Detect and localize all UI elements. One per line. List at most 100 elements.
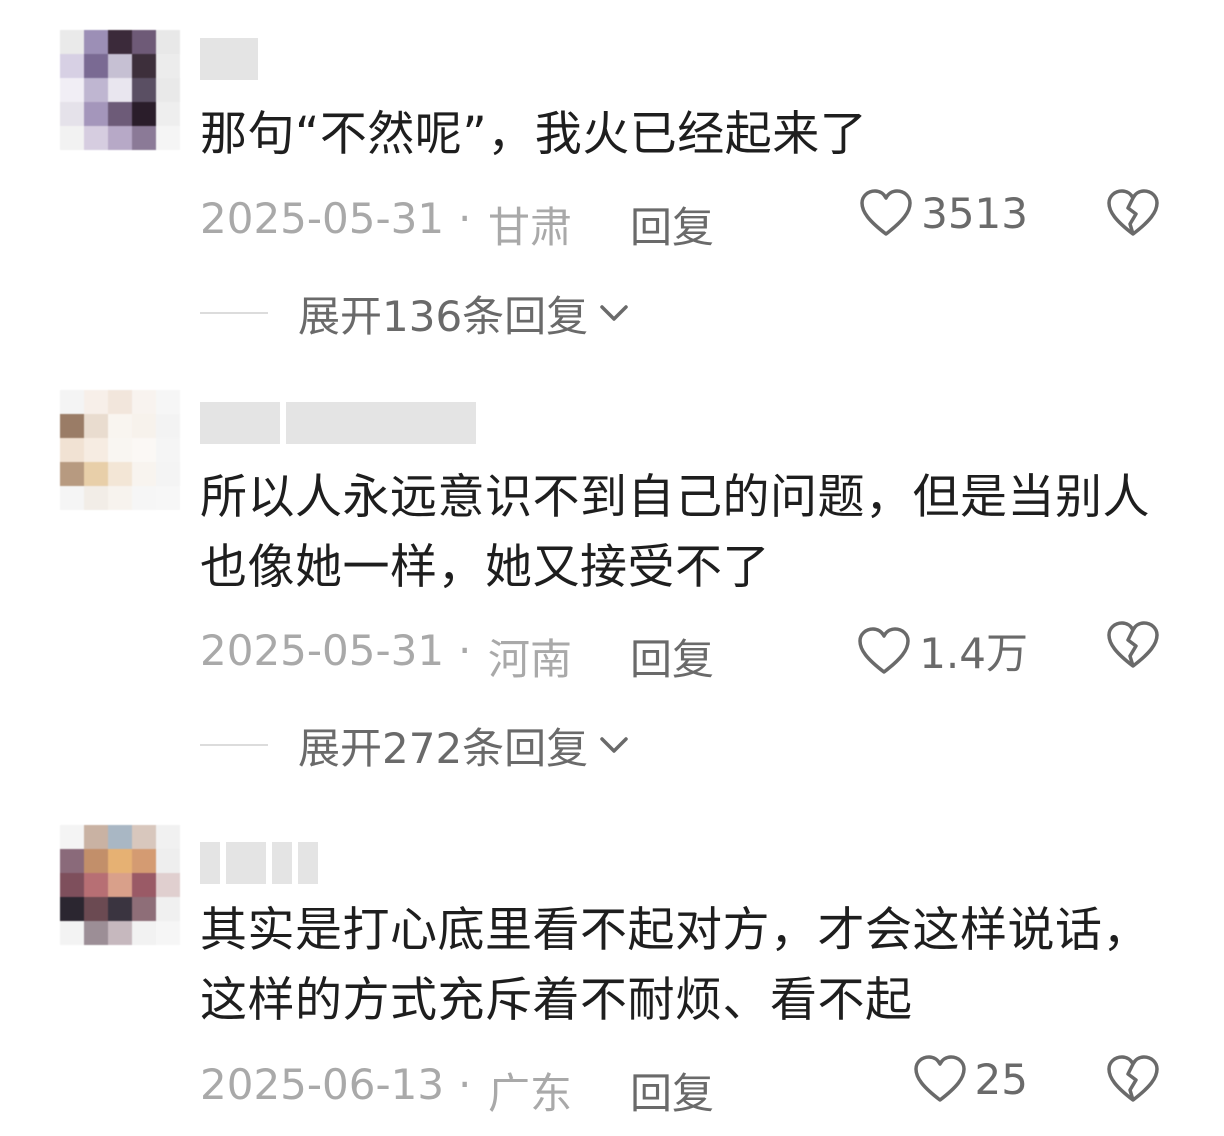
dislike-button[interactable] (1106, 1054, 1160, 1114)
avatar-pixel (84, 897, 108, 921)
avatar-pixel (156, 825, 180, 849)
expand-replies: 展开136条回复 (200, 285, 632, 341)
avatar-pixel (60, 54, 84, 78)
avatar-pixel (84, 825, 108, 849)
avatar-pixel (84, 390, 108, 414)
avatar-pixel (156, 102, 180, 126)
avatar-pixel (84, 78, 108, 102)
avatar-pixel (156, 54, 180, 78)
expand-replies: 展开272条回复 (200, 717, 632, 773)
avatar-pixel (132, 438, 156, 462)
comment-item: 所以人永远意识不到自己的问题，但是当别人也像她一样，她又接受不了 2025-05… (0, 360, 1224, 790)
avatar-pixel (156, 126, 180, 150)
avatar-pixel (108, 414, 132, 438)
reply-button[interactable]: 回复 (630, 194, 714, 255)
avatar-pixel (132, 462, 156, 486)
avatar-pixel (60, 414, 84, 438)
avatar-pixel (84, 849, 108, 873)
comment-location: 河南 (488, 635, 573, 684)
avatar-pixel (132, 78, 156, 102)
chevron-down-icon (600, 305, 628, 321)
avatar-pixel (156, 897, 180, 921)
avatar-pixel (60, 921, 84, 945)
avatar[interactable] (60, 825, 180, 945)
avatar-pixel (108, 126, 132, 150)
avatar-pixel (132, 54, 156, 78)
avatar-pixel (132, 414, 156, 438)
avatar-pixel (108, 921, 132, 945)
username-blurred[interactable] (200, 402, 476, 444)
avatar-pixel (60, 438, 84, 462)
avatar-pixel (132, 390, 156, 414)
broken-heart-icon (1107, 1055, 1159, 1102)
heart-outline-icon (913, 1055, 966, 1102)
heart-outline-icon (860, 189, 912, 236)
avatar[interactable] (60, 390, 180, 510)
avatar-pixel (156, 921, 180, 945)
dislike-button[interactable] (1106, 620, 1160, 680)
avatar-pixel (84, 873, 108, 897)
reply-button[interactable]: 回复 (630, 626, 714, 687)
comment-item: 那句“不然呢”，我火已经起来了 2025-05-31 · 甘肃 回复 3513 … (0, 0, 1224, 360)
like-button[interactable]: 25 (913, 1054, 1028, 1104)
dislike-button[interactable] (1106, 188, 1160, 248)
divider-line (200, 744, 268, 746)
username-mosaic-block (298, 842, 318, 884)
expand-replies-button[interactable]: 展开272条回复 (298, 715, 632, 776)
expand-replies-label: 展开272条回复 (298, 723, 589, 773)
avatar-pixel (84, 462, 108, 486)
avatar[interactable] (60, 30, 180, 150)
avatar-pixel (132, 102, 156, 126)
avatar-pixel (60, 897, 84, 921)
like-count: 3513 (921, 188, 1028, 238)
avatar-pixel (132, 849, 156, 873)
username-blurred[interactable] (200, 842, 318, 884)
avatar-pixel (132, 921, 156, 945)
avatar-pixel (60, 873, 84, 897)
like-button[interactable]: 3513 (859, 188, 1028, 238)
avatar-pixel (60, 462, 84, 486)
avatar-pixel (156, 78, 180, 102)
like-button[interactable]: 1.4万 (857, 620, 1028, 681)
meta-separator: · (458, 194, 472, 243)
avatar-pixel (84, 102, 108, 126)
comment-date: 2025-05-31 (200, 194, 445, 243)
avatar-pixel (108, 849, 132, 873)
expand-replies-button[interactable]: 展开136条回复 (298, 283, 632, 344)
heart-outline-icon (858, 626, 910, 674)
avatar-pixel (108, 390, 132, 414)
avatar-pixel (60, 78, 84, 102)
avatar-pixel (84, 30, 108, 54)
username-mosaic-block (200, 842, 220, 884)
meta-separator: · (458, 1060, 472, 1109)
avatar-pixel (156, 30, 180, 54)
username-blurred[interactable] (200, 38, 258, 80)
avatar-pixel (60, 30, 84, 54)
comment-date: 2025-06-13 (200, 1060, 445, 1109)
avatar-pixel (108, 897, 132, 921)
avatar-pixel (156, 390, 180, 414)
avatar-pixel (156, 462, 180, 486)
comment-date: 2025-05-31 (200, 626, 445, 675)
like-count: 25 (974, 1054, 1028, 1104)
username-mosaic-block (226, 842, 266, 884)
avatar-pixel (60, 825, 84, 849)
avatar-pixel (156, 414, 180, 438)
avatar-pixel (108, 486, 132, 510)
avatar-pixel (156, 486, 180, 510)
divider-line (200, 312, 268, 314)
broken-heart-icon (1107, 621, 1159, 668)
comment-location: 广东 (488, 1069, 573, 1118)
comment-text: 其实是打心底里看不起对方，才会这样说话，这样的方式充斥着不耐烦、看不起 (200, 903, 1150, 1028)
username-mosaic-block (200, 38, 258, 80)
broken-heart-icon (1107, 189, 1159, 236)
expand-replies-label: 展开136条回复 (298, 291, 589, 341)
avatar-pixel (132, 825, 156, 849)
avatar-pixel (132, 873, 156, 897)
avatar-pixel (132, 30, 156, 54)
comment-text: 所以人永远意识不到自己的问题，但是当别人也像她一样，她又接受不了 (200, 470, 1150, 595)
avatar-pixel (84, 438, 108, 462)
reply-button[interactable]: 回复 (630, 1060, 714, 1121)
avatar-pixel (108, 438, 132, 462)
username-mosaic-block (200, 402, 280, 444)
